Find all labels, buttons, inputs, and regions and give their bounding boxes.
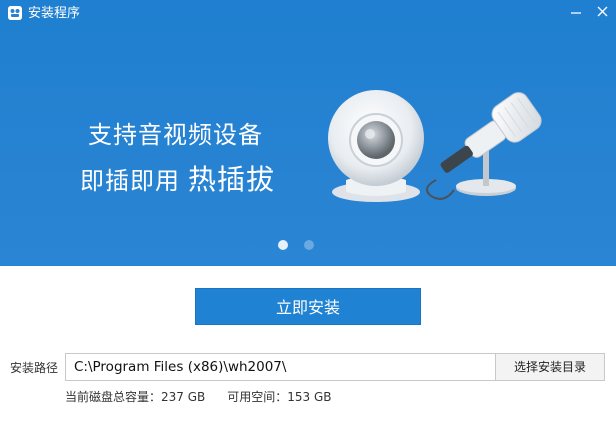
carousel-dot-2[interactable] [304, 240, 314, 250]
minimize-button[interactable] [564, 2, 588, 22]
installer-window: 安装程序 支持音视频设备 即插即用 热插拔 立即安装 安装路径 C:\Progr… [0, 0, 616, 427]
installer-app-icon [8, 6, 22, 20]
install-now-button[interactable]: 立即安装 [195, 288, 421, 325]
window-title: 安装程序 [28, 6, 81, 21]
install-path-label: 安装路径 [10, 361, 59, 375]
minimize-icon [571, 12, 581, 14]
slogan-plug-and-play: 即插即用 [80, 167, 180, 195]
close-button[interactable] [590, 2, 614, 22]
disk-free-space: 可用空间：153 GB [227, 390, 332, 404]
carousel-dot-1[interactable] [278, 240, 288, 250]
close-icon [597, 6, 608, 17]
banner: 安装程序 支持音视频设备 即插即用 热插拔 [0, 0, 616, 266]
slogan-line-2: 即插即用 热插拔 [80, 158, 275, 198]
title-bar[interactable]: 安装程序 [0, 0, 616, 30]
carousel-indicator [278, 240, 318, 252]
disk-total-capacity: 当前磁盘总容量：237 GB [65, 390, 206, 404]
slogan-line-1: 支持音视频设备 [88, 121, 263, 149]
choose-directory-button[interactable]: 选择安装目录 [495, 353, 605, 381]
disk-info: 当前磁盘总容量：237 GB 可用空间：153 GB [65, 390, 332, 404]
install-path-input[interactable]: C:\Program Files (x86)\wh2007\ [65, 353, 496, 381]
webcam-and-microphone-illustration [326, 80, 546, 210]
slogan-hot-plug: 热插拔 [188, 163, 276, 196]
